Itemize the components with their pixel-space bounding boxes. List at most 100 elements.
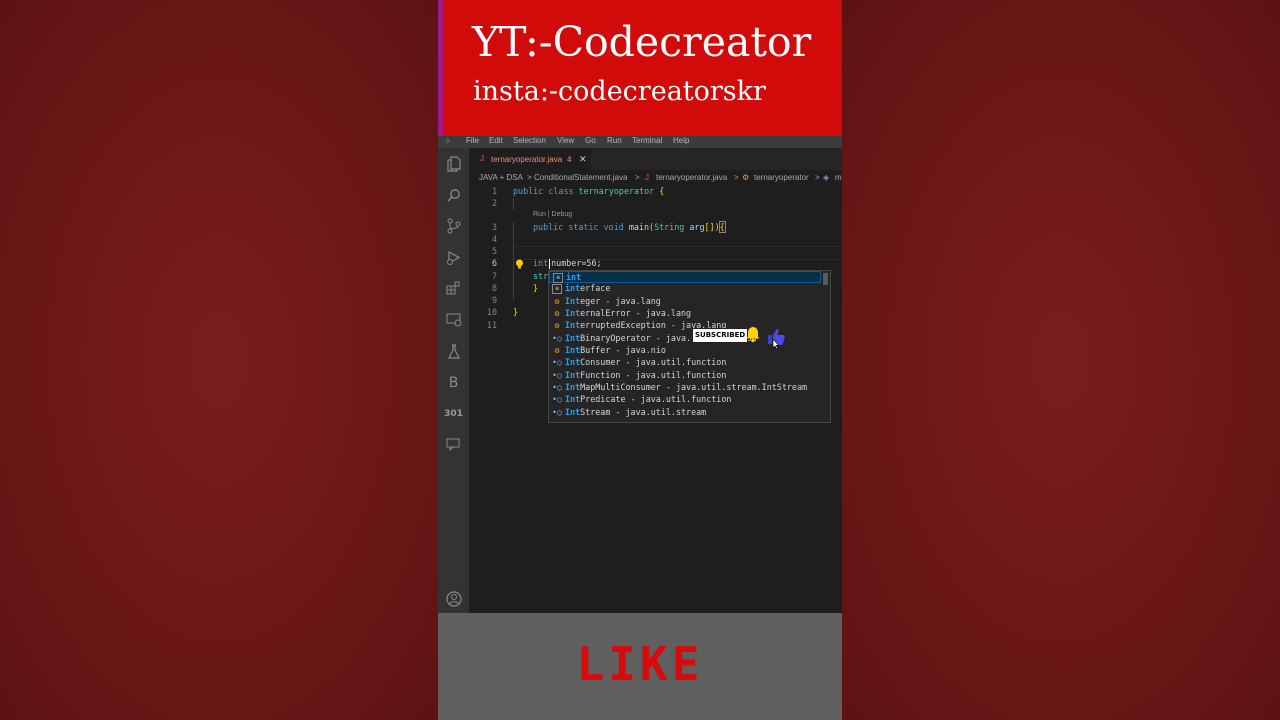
suggestion-rest: Predicate - java.util.function [580,394,732,404]
suggestion-match: int [566,272,582,282]
keyword-icon: ≡ [552,284,562,294]
suggestion-rest: Consumer - java.util.function [580,357,727,367]
brace: { [718,221,726,233]
brace: } [533,283,539,293]
remote-explorer-icon[interactable] [438,309,469,331]
suggestion-item[interactable]: ≡ int [549,271,821,283]
keyword: public [513,186,544,196]
comments-icon[interactable] [438,434,469,456]
suggestion-rest: eger - java.lang [580,296,661,306]
suggestion-rest: Buffer - java.nio [580,345,666,355]
popup-scrollbar[interactable] [823,273,828,285]
extensions-icon[interactable] [438,277,469,299]
breadcrumb-separator: > [734,173,739,182]
menu-go[interactable]: Go [585,136,596,145]
explorer-icon[interactable] [438,153,469,175]
code-line-3: public static void main(String arg[]){ [533,221,726,233]
b-extension-icon[interactable]: B [438,372,469,394]
class-icon: ⚙ [554,309,560,318]
keyword: static [568,222,599,232]
suggestion-rest: ernalError - java.lang [580,308,692,318]
line-number: 6 [491,258,497,268]
suggestion-match: Int [565,308,581,318]
brace: { [659,186,665,196]
account-icon[interactable] [438,588,469,610]
suggestion-item[interactable]: •○ IntMapMultiConsumer - java.util.strea… [549,382,821,394]
counter-icon[interactable]: 301 [438,403,469,425]
interface-icon: •○ [552,408,562,417]
channel-banner: YT:-Codecreator insta:-codecreatorskr [438,0,842,136]
activity-bar: B 301 [438,148,469,613]
suggestion-item[interactable]: •○ IntStream - java.util.stream [549,407,821,419]
indent-guide [513,222,514,300]
menu-file[interactable]: File [466,136,479,145]
menu-view[interactable]: View [557,136,574,145]
like-panel: LIKE [438,613,842,720]
interface-icon: •○ [552,371,562,380]
suggestion-item[interactable]: ⚙ Integer - java.lang [549,296,821,308]
breadcrumb-separator: > [527,173,532,182]
breadcrumb-method[interactable]: m [835,173,842,182]
suggestion-label: IntBuffer - java.nio [565,345,666,355]
like-text: LIKE [576,637,704,691]
line-number: 8 [491,283,497,293]
suggestion-label: interface [565,283,610,293]
banner-stripe [438,0,443,136]
line-number: 3 [491,222,497,232]
left-background [0,0,438,720]
close-icon[interactable]: ✕ [579,154,587,165]
indent-guide [513,198,514,210]
source-control-icon[interactable] [438,215,469,237]
line-number: 9 [491,295,497,305]
menu-run[interactable]: Run [607,136,622,145]
method-icon: ◈ [823,173,830,182]
text-cursor [549,258,551,269]
menu-help[interactable]: Help [673,136,689,145]
suggestion-match: Int [565,320,581,330]
method-name: main [628,222,650,232]
menu-edit[interactable]: Edit [489,136,503,145]
suggestion-item[interactable]: •○ IntConsumer - java.util.function [549,357,821,369]
code-line-6: int number=56; [533,258,602,269]
suggestion-rest: Function - java.util.function [580,370,727,380]
menu-selection[interactable]: Selection [513,136,546,145]
run-debug-icon[interactable] [438,246,469,268]
counter-label: 301 [444,409,463,419]
code-line-1: public class ternaryoperator { [513,186,664,196]
suggestion-item[interactable]: ⚙ InternalError - java.lang [549,308,821,320]
breadcrumb-separator: > [815,173,820,182]
suggestion-label: IntConsumer - java.util.function [565,357,726,367]
b-extension-label: B [448,375,459,391]
suggestion-item[interactable]: •○ IntPredicate - java.util.function [549,394,821,406]
line-number: 7 [491,271,497,281]
suggestion-item[interactable]: •○ IntFunction - java.util.function [549,370,821,382]
tab-filename: ternaryoperator.java [491,155,563,164]
suggestion-item[interactable]: ≡ interface [549,283,821,295]
code-line-8: } [533,283,538,293]
thumbs-up-icon[interactable] [767,327,787,349]
breadcrumb-class[interactable]: ternaryoperator [754,173,809,182]
editor-tab-bar: J ternaryoperator.java 4 ✕ [469,148,842,170]
breadcrumb-file-ternary[interactable]: ternaryoperator.java [656,173,727,182]
line-number: 5 [491,246,497,256]
menu-terminal[interactable]: Terminal [632,136,662,145]
keyword: public [533,222,564,232]
suggestion-label: int [566,272,581,282]
interface-icon: •○ [552,395,562,404]
subscribed-button[interactable]: SUBSCRIBED [692,328,749,343]
interface-icon: •○ [552,358,562,367]
keyword: class [548,186,574,196]
line-number: 2 [491,198,497,208]
testing-icon[interactable] [438,340,469,362]
breadcrumb-file-conditional[interactable]: ConditionalStatement.java [534,173,627,182]
line-number: 10 [486,307,497,317]
bell-icon[interactable] [745,325,761,343]
search-icon[interactable] [438,184,469,206]
codelens-run-debug[interactable]: Run | Debug [533,211,572,218]
class-icon: ⚙ [742,173,750,182]
interface-icon: •○ [552,334,562,343]
lightbulb-icon[interactable] [515,259,524,269]
code-line-10: } [513,307,518,317]
tab-ternaryoperator[interactable]: J ternaryoperator.java 4 ✕ [469,148,591,170]
breadcrumb-folder[interactable]: JAVA + DSA [479,173,523,182]
